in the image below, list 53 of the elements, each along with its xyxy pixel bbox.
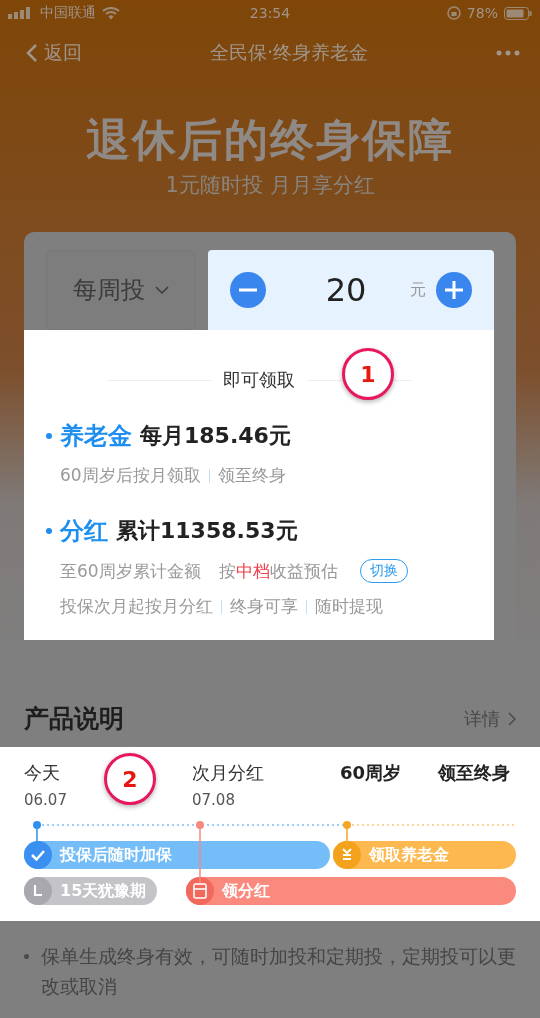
timeline-bar: 领分红 xyxy=(186,877,516,905)
milestone-label: 次月分红 xyxy=(192,761,264,785)
timeline-bar: 领取养老金 xyxy=(333,841,516,869)
clock-time: 23:54 xyxy=(249,5,291,21)
clock-icon xyxy=(24,877,52,905)
note-text: 保单生成终身有效，可随时加投和定期投，定期投可以更改或取消 xyxy=(41,944,516,999)
milestone-label: 今天 xyxy=(24,761,60,785)
hero-subtitle: 1元随时投 月月享分红 xyxy=(164,172,376,199)
benefits-heading: 即可领取 xyxy=(223,368,295,392)
carrier-name: 中国联通 xyxy=(40,4,96,22)
benefit-name: 养老金 xyxy=(60,421,132,452)
amount-unit: 元 xyxy=(410,279,426,301)
bullet-icon xyxy=(46,528,52,534)
section-title: 产品说明 xyxy=(24,703,124,735)
back-button[interactable]: 返回 xyxy=(26,40,82,66)
benefit-feature: 随时提现 xyxy=(315,595,383,618)
bullet-icon xyxy=(24,954,29,959)
milestone-label: 领至终身 xyxy=(438,761,510,785)
benefit-basis: 至60周岁累计金额 xyxy=(60,559,201,583)
benefit-amount: 累计11358.53元 xyxy=(116,517,298,545)
plus-button[interactable] xyxy=(436,272,472,308)
step-marker: 2 xyxy=(104,753,156,805)
battery-percent: 78% xyxy=(466,5,498,21)
timeline-bar: 投保后随时加保 xyxy=(24,841,330,869)
page-title: 全民保·终身养老金 xyxy=(209,40,368,65)
milestone-date: 06.07 xyxy=(24,791,67,809)
hero-title: 退休后的终身保障 xyxy=(85,113,455,167)
minus-button[interactable] xyxy=(230,272,266,308)
benefit-feature: 投保次月起按月分红 xyxy=(60,595,213,618)
back-icon xyxy=(26,43,38,63)
timeline-bar: 15天犹豫期 xyxy=(24,877,157,905)
bullet-icon xyxy=(46,433,52,439)
benefit-name: 分红 xyxy=(60,516,108,547)
yen-icon xyxy=(333,841,361,869)
battery-icon xyxy=(504,6,532,20)
chevron-down-icon xyxy=(155,286,169,294)
packet-icon xyxy=(186,877,214,905)
benefit-feature: 领至终身 xyxy=(217,464,286,487)
switch-button[interactable]: 切换 xyxy=(359,559,408,583)
more-icon[interactable] xyxy=(496,50,520,56)
milestone-date: 07.08 xyxy=(192,791,235,809)
step-marker: 1 xyxy=(342,348,394,400)
estimate-note: 按中档收益预估 xyxy=(218,559,338,583)
benefit-feature: 终身可享 xyxy=(230,595,298,618)
frequency-select[interactable]: 每周投 xyxy=(46,250,196,330)
benefit-amount: 每月185.46元 xyxy=(140,422,291,450)
milestone-label: 60周岁 xyxy=(340,761,402,785)
rotation-lock-icon xyxy=(446,6,461,20)
benefit-feature: 60周岁后按月领取 xyxy=(60,464,201,487)
check-icon xyxy=(24,841,52,869)
wifi-icon xyxy=(102,6,120,20)
amount-value: 20 xyxy=(324,271,368,309)
chevron-right-icon xyxy=(508,711,516,726)
